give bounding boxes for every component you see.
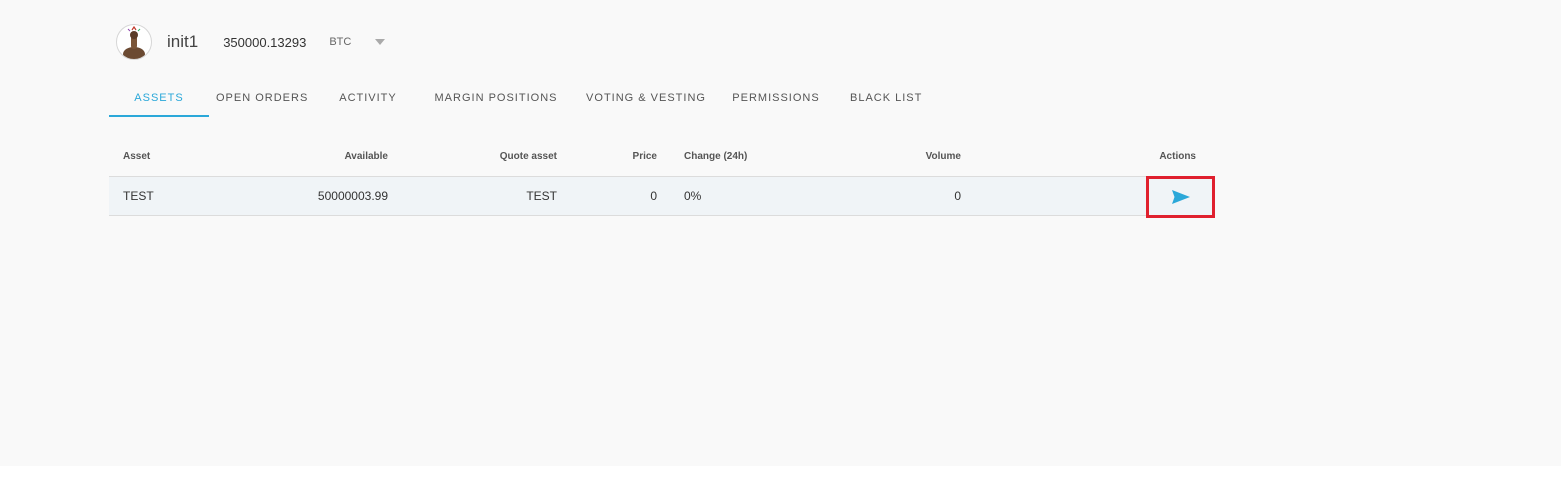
header-asset[interactable]: Asset <box>123 140 150 173</box>
cell-quote-asset: TEST <box>526 189 557 203</box>
avatar-figure-icon <box>123 25 145 59</box>
table-header: Asset Available Quote asset Price Change… <box>109 140 1214 177</box>
tab-black-list[interactable]: BLACK LIST <box>850 84 922 115</box>
header-price[interactable]: Price <box>633 140 657 173</box>
account-header: init1 350000.13293 BTC <box>116 24 386 60</box>
tab-open-orders[interactable]: OPEN ORDERS <box>216 84 307 115</box>
currency-select[interactable]: BTC <box>329 36 386 48</box>
tab-voting-vesting[interactable]: VOTING & VESTING <box>586 84 706 115</box>
cell-change: 0% <box>684 189 702 203</box>
account-tabs: ASSETS OPEN ORDERS ACTIVITY MARGIN POSIT… <box>109 84 922 117</box>
assets-table: Asset Available Quote asset Price Change… <box>109 140 1215 218</box>
tab-permissions[interactable]: PERMISSIONS <box>732 84 820 115</box>
account-balance: 350000.13293 <box>223 34 307 50</box>
tab-margin-positions[interactable]: MARGIN POSITIONS <box>434 84 558 115</box>
header-change[interactable]: Change (24h) <box>684 140 747 173</box>
header-available[interactable]: Available <box>344 140 388 173</box>
cell-price: 0 <box>650 189 657 203</box>
send-button[interactable] <box>1146 176 1215 218</box>
table-row: TEST 50000003.99 TEST 0 0% 0 <box>109 176 1215 218</box>
header-actions: Actions <box>1159 151 1196 162</box>
page: init1 350000.13293 BTC ASSETS OPEN ORDER… <box>0 0 1561 466</box>
cell-available: 50000003.99 <box>317 189 388 203</box>
send-icon <box>1171 190 1190 204</box>
currency-label: BTC <box>329 36 352 48</box>
cell-asset[interactable]: TEST <box>123 177 154 216</box>
header-volume[interactable]: Volume <box>926 140 961 173</box>
header-quote-asset[interactable]: Quote asset <box>500 140 557 173</box>
cell-volume: 0 <box>954 189 961 203</box>
tab-activity[interactable]: ACTIVITY <box>338 84 398 115</box>
chevron-down-icon <box>375 39 386 45</box>
tab-assets[interactable]: ASSETS <box>109 84 209 117</box>
account-name[interactable]: init1 <box>167 32 198 52</box>
avatar[interactable] <box>116 24 152 60</box>
